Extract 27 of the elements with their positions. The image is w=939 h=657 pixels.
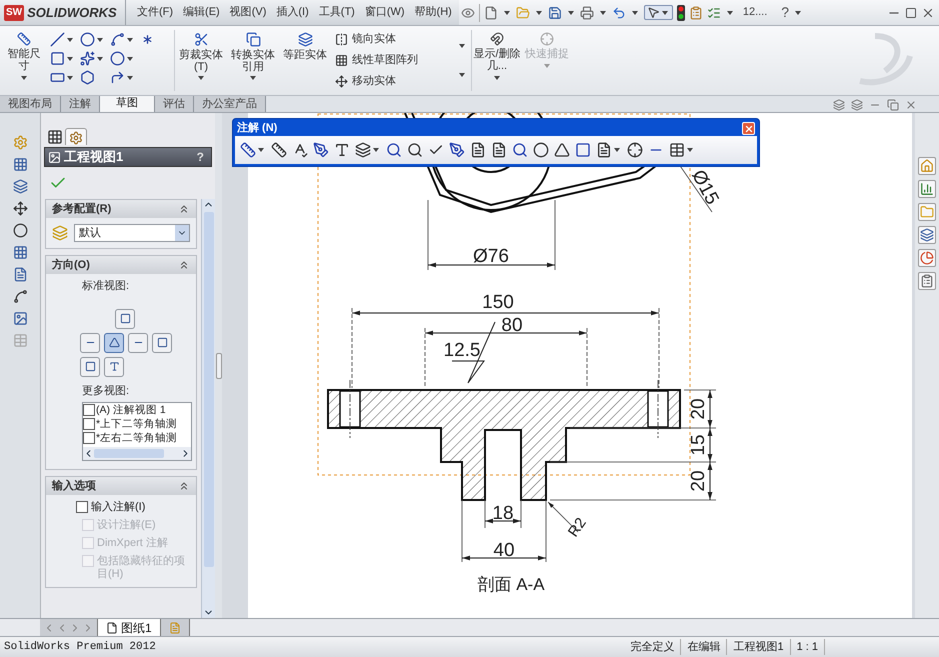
dimension-label: 40 [493, 540, 515, 561]
section-title: 方向(O) [52, 258, 90, 273]
field-label: 更多视图: [81, 384, 130, 398]
dimension-label: 18 [492, 503, 514, 524]
panel-title: 工程视图1 [64, 148, 124, 166]
dimension-label: Ø76 [473, 246, 509, 267]
section-caption: 剖面 A-A [477, 575, 545, 594]
status-field: 工程视图1 [727, 638, 791, 656]
toolbar-title: 注解 (N) [237, 120, 278, 136]
section-title: 参考配置(R) [52, 202, 112, 217]
status-field: 完全定义 [624, 638, 682, 656]
status-field: 在编辑 [681, 638, 728, 656]
status-field: 1 : 1 [790, 638, 825, 656]
dimension-label: R2 [564, 514, 590, 540]
dimension-label: 20 [688, 398, 709, 420]
field-label: 标准视图: [81, 279, 130, 294]
dimension-label: 12.5 [444, 340, 480, 361]
dimension-label: Ø15 [687, 166, 723, 208]
dimension-label: 15 [688, 434, 709, 456]
status-text: SolidWorks Premium 2012 [4, 640, 156, 655]
zoom-text: 12.... [742, 5, 768, 20]
dimension-label: 80 [501, 315, 523, 336]
logo-badge: SW [4, 4, 24, 20]
section-title: 输入选项 [52, 478, 96, 494]
logo-text: SOLIDWORKS [27, 4, 117, 22]
dimension-label: 20 [688, 470, 709, 492]
dimension-label: 150 [482, 292, 514, 313]
